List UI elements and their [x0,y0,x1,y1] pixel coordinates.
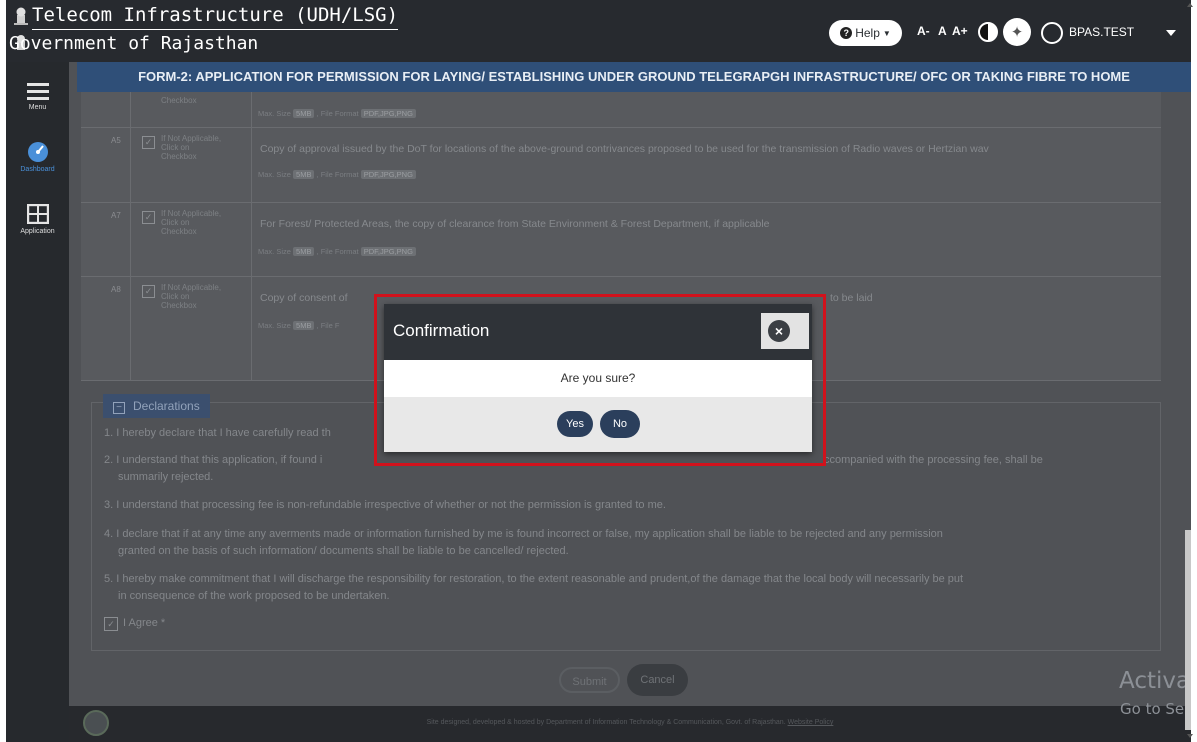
scroll-up-arrow-icon[interactable] [1187,3,1193,7]
not-applicable-label: Checkbox [161,96,197,105]
declaration-item: summarily rejected. [118,471,214,483]
dialog-message: Are you sure? [384,360,812,397]
not-applicable-checkbox[interactable]: ✓ [142,285,155,298]
app-window: Telecom Infrastructure (UDH/LSG) Governm… [6,0,1191,742]
not-applicable-label: If Not Applicable, Click on Checkbox [161,209,222,236]
file-constraints: Max. Size 5MB , File Format PDF,JPG,PNG [258,170,416,179]
submit-button[interactable]: Submit [559,667,620,693]
form-title-banner: FORM-2: APPLICATION FOR PERMISSION FOR L… [77,62,1191,92]
user-menu-caret-icon[interactable] [1166,30,1176,36]
yes-button[interactable]: Yes [557,411,593,437]
collapse-icon[interactable]: ✦ [1003,18,1031,46]
not-applicable-label: If Not Applicable, Click on Checkbox [161,283,222,310]
sidebar-item-application[interactable]: Application [6,203,69,235]
sidebar-item-dashboard[interactable]: Dashboard [6,140,69,173]
govt-title: Government of Rajasthan [9,33,259,54]
document-id: A8 [111,285,121,294]
dialog-title: Confirmation [393,321,490,340]
website-policy-link[interactable]: Website Policy [788,719,834,726]
dialog-header: Confirmation × [384,304,812,360]
scrollbar-thumb[interactable] [1185,530,1191,730]
grid-icon [26,203,49,225]
chevron-down-icon: ▼ [882,28,891,38]
document-id: A7 [111,211,121,220]
top-header: Telecom Infrastructure (UDH/LSG) Governm… [6,0,1191,62]
hamburger-icon [26,83,49,100]
sidebar-item-menu[interactable]: Menu [6,82,69,111]
table-row: Checkbox Max. Size 5MB , File Format PDF… [81,92,1161,126]
confirmation-dialog: Confirmation × Are you sure? Yes No [384,304,812,452]
not-applicable-checkbox[interactable]: ✓ [142,211,155,224]
contrast-icon[interactable] [978,22,998,42]
declarations-header[interactable]: − Declarations [103,394,210,418]
state-emblem-icon [14,7,28,25]
declaration-item: ccompanied with the processing fee, shal… [824,454,1043,466]
help-dropdown-button[interactable]: ? Help ▼ [829,20,902,46]
file-constraints: Max. Size 5MB , File Format PDF,JPG,PNG [258,109,416,118]
cancel-button[interactable]: Cancel [627,664,688,696]
file-constraints: Max. Size 5MB , File F [258,321,340,330]
sidebar-item-label: Application [20,228,55,235]
document-description: For Forest/ Protected Areas, the copy of… [260,218,770,230]
footer-text: Site designed, developed & hosted by Dep… [426,719,834,726]
app-title: Telecom Infrastructure (UDH/LSG) [32,4,399,30]
dialog-close-button[interactable]: × [761,313,809,349]
close-icon: × [768,320,790,342]
activation-watermark: Activat [1119,668,1191,694]
no-button[interactable]: No [600,410,640,438]
declaration-item: 5. I hereby make commitment that I will … [104,573,964,585]
scroll-down-arrow-icon[interactable] [1187,734,1193,738]
font-increase-button[interactable]: A+ [952,24,968,38]
footer: Site designed, developed & hosted by Dep… [69,706,1191,742]
table-row: A7 ✓ If Not Applicable, Click on Checkbo… [81,202,1161,273]
sidebar: Menu Dashboard Application [6,62,69,742]
declaration-item: in consequence of the work proposed to b… [118,590,390,602]
dialog-footer: Yes No [384,397,812,452]
font-normal-button[interactable]: A [938,24,947,38]
user-avatar-icon[interactable] [1041,22,1063,44]
document-description-tail: to be laid [830,292,873,304]
not-applicable-label: If Not Applicable, Click on Checkbox [161,134,222,161]
document-description: Copy of consent of [260,292,348,304]
collapse-square-icon: − [113,402,125,414]
sidebar-item-label: Menu [28,104,47,111]
document-description: Copy of approval issued by the DoT for l… [260,143,989,155]
agree-checkbox[interactable]: ✓ [104,617,118,631]
agree-label: I Agree * [123,617,166,629]
font-decrease-button[interactable]: A- [917,24,930,38]
table-row: A5 ✓ If Not Applicable, Click on Checkbo… [81,127,1161,193]
activation-watermark-sub: Go to Se [1120,700,1185,718]
speedometer-icon [27,142,48,162]
help-label: Help [855,26,880,40]
declaration-item: granted on the basis of such information… [118,545,569,557]
not-applicable-checkbox[interactable]: ✓ [142,136,155,149]
username[interactable]: BPAS.TEST [1069,25,1134,39]
help-icon: ? [840,27,853,39]
file-constraints: Max. Size 5MB , File Format PDF,JPG,PNG [258,247,416,256]
document-id: A5 [111,136,121,145]
declaration-item: 4. I declare that if at any time any ave… [104,528,943,540]
sidebar-item-label: Dashboard [20,166,55,173]
declaration-item: 3. I understand that processing fee is n… [104,499,666,511]
